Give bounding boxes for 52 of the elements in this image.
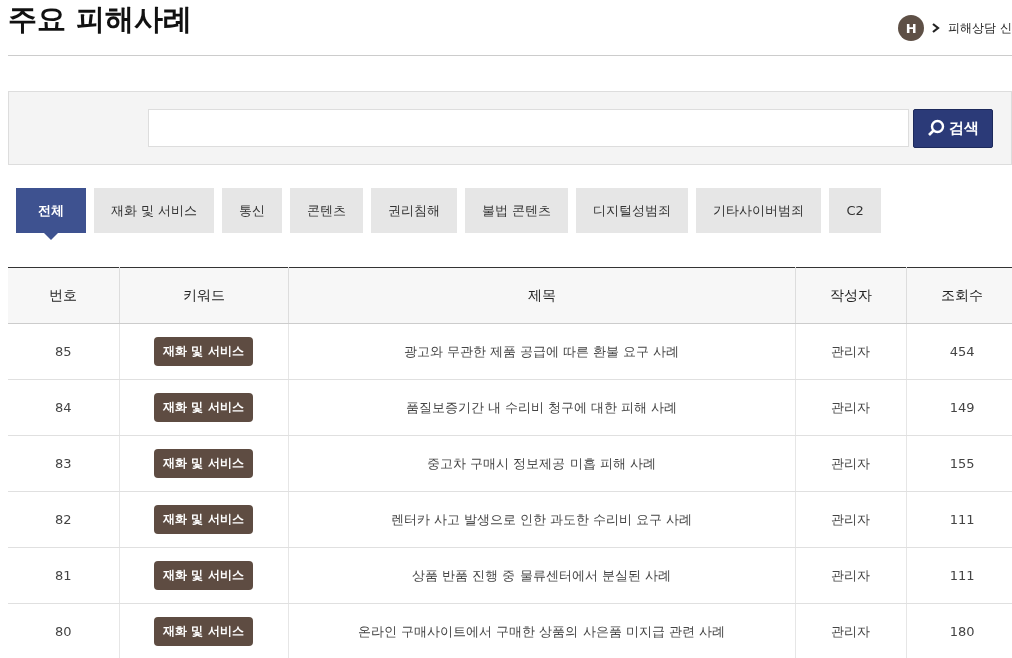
keyword-tag: 재화 및 서비스 (154, 337, 253, 366)
column-header: 제목 (288, 267, 795, 324)
category-tab[interactable]: C2 (829, 188, 881, 233)
table-cell: 관리자 (795, 379, 906, 436)
search-field[interactable] (148, 109, 909, 147)
post-title-link[interactable]: 품질보증기간 내 수리비 청구에 대한 피해 사례 (288, 379, 795, 436)
category-tab[interactable]: 권리침해 (371, 188, 458, 233)
table-cell: 관리자 (795, 435, 906, 492)
category-tab[interactable]: 불법 콘텐츠 (465, 188, 569, 233)
home-icon[interactable]: H (898, 15, 925, 41)
table-cell: 85 (8, 323, 119, 380)
post-title-link[interactable]: 온라인 구매사이트에서 구매한 상품의 사은품 미지급 관련 사례 (288, 603, 795, 658)
post-title-link[interactable]: 광고와 무관한 제품 공급에 따른 환불 요구 사례 (288, 323, 795, 380)
category-tab[interactable]: 디지털성범죄 (576, 188, 689, 233)
table-cell: 관리자 (795, 491, 906, 548)
table-cell: 111 (906, 491, 1012, 548)
tab-pointer-icon (44, 233, 58, 240)
table-cell: 83 (8, 435, 119, 492)
keyword-tag: 재화 및 서비스 (154, 617, 253, 646)
column-header: 키워드 (119, 267, 288, 324)
table-cell: 81 (8, 547, 119, 604)
chevron-icon (932, 23, 941, 33)
post-title-link[interactable]: 중고차 구매시 정보제공 미흡 피해 사례 (288, 435, 795, 492)
keyword-tag: 재화 및 서비스 (154, 393, 253, 422)
table-cell: 관리자 (795, 547, 906, 604)
keyword-tag: 재화 및 서비스 (154, 449, 253, 478)
column-header: 작성자 (795, 267, 906, 324)
table-cell: 80 (8, 603, 119, 658)
category-tab[interactable]: 통신 (222, 188, 283, 233)
table-cell: 155 (906, 435, 1012, 492)
post-title-link[interactable]: 상품 반품 진행 중 물류센터에서 분실된 사례 (288, 547, 795, 604)
table-cell: 454 (906, 323, 1012, 380)
keyword-tag: 재화 및 서비스 (154, 561, 253, 590)
search-button[interactable]: 검색 (913, 108, 993, 148)
table-cell: 180 (906, 603, 1012, 658)
table-cell: 관리자 (795, 603, 906, 658)
keyword-tag: 재화 및 서비스 (154, 505, 253, 534)
category-tab[interactable]: 콘텐츠 (290, 188, 364, 233)
page-title: 주요 피해사례 (8, 1, 193, 38)
table-cell: 111 (906, 547, 1012, 604)
column-header: 번호 (8, 267, 119, 324)
search-icon (927, 119, 945, 137)
column-header: 조회수 (906, 267, 1012, 324)
post-title-link[interactable]: 렌터카 사고 발생으로 인한 과도한 수리비 요구 사례 (288, 491, 795, 548)
category-tab[interactable]: 재화 및 서비스 (94, 188, 215, 233)
table-cell: 149 (906, 379, 1012, 436)
table-cell: 82 (8, 491, 119, 548)
breadcrumb-link[interactable]: 피해상담 신 (948, 19, 1012, 37)
category-tab[interactable]: 기타사이버범죄 (696, 188, 822, 233)
table-cell: 84 (8, 379, 119, 436)
table-cell: 관리자 (795, 323, 906, 380)
category-tab[interactable]: 전체 (16, 188, 86, 233)
